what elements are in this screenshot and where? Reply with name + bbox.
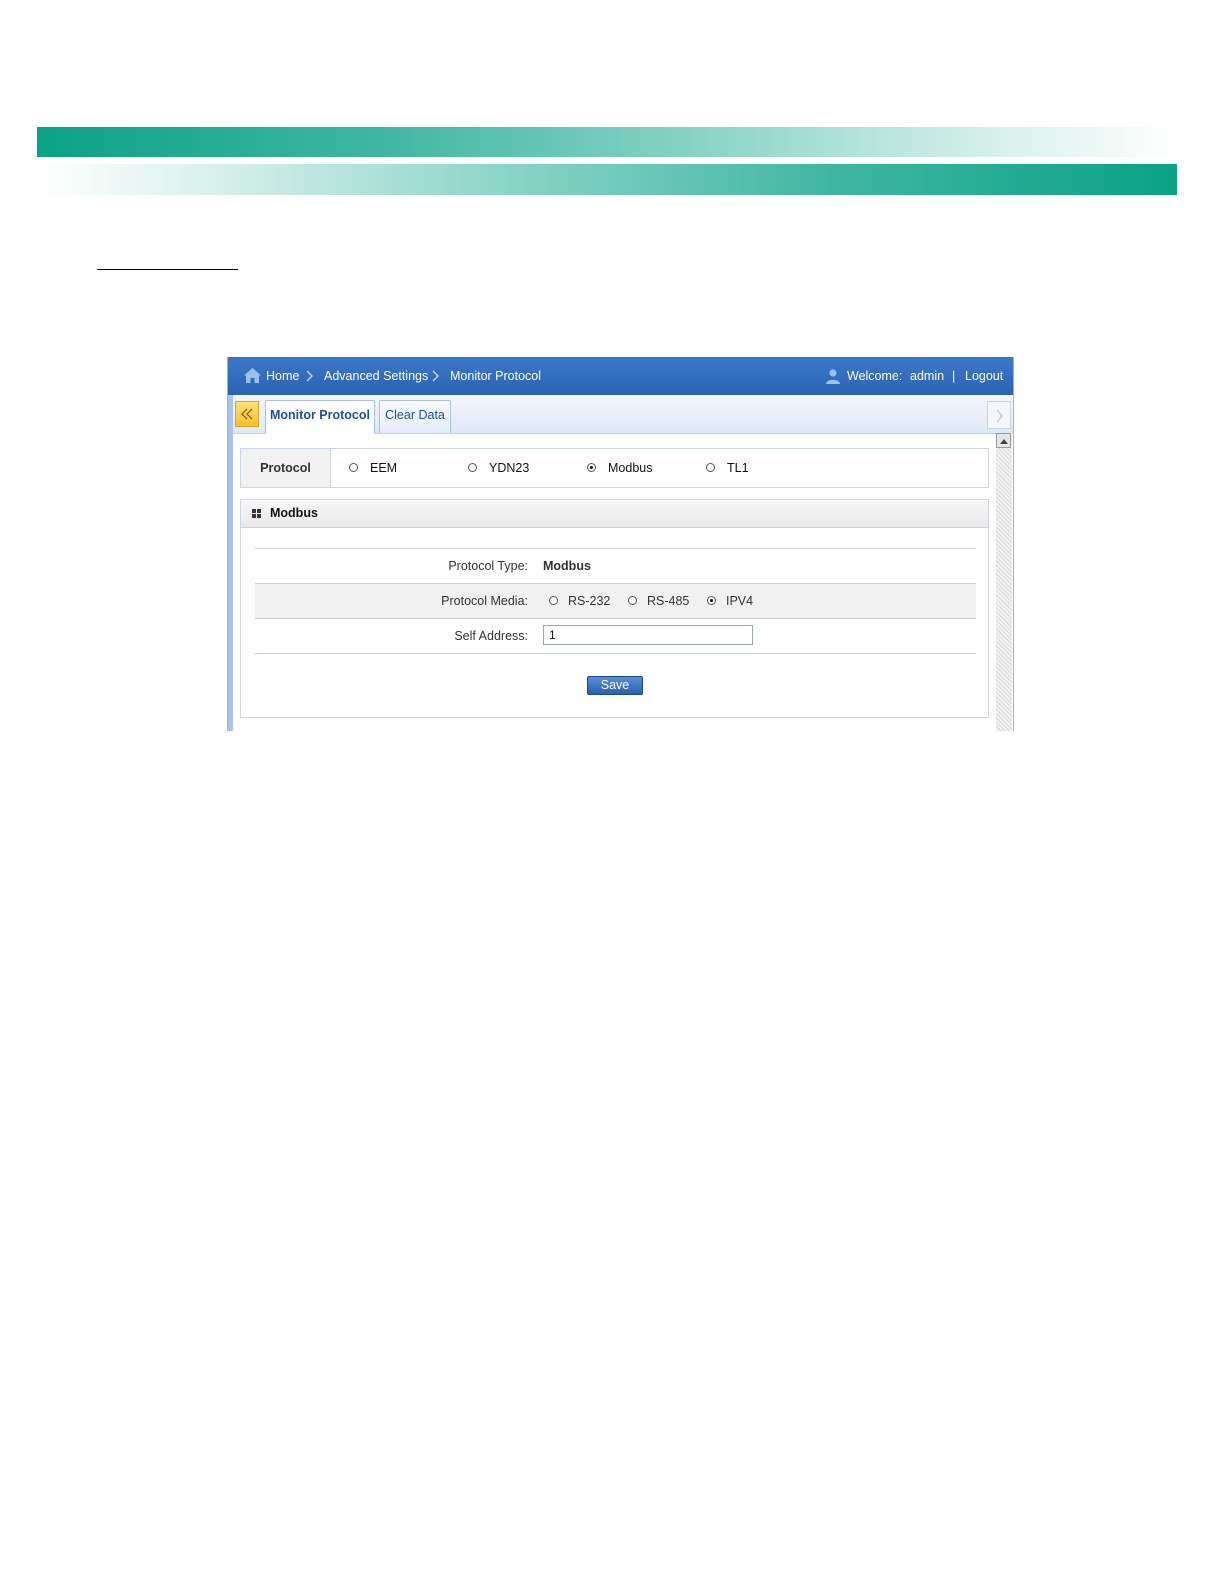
protocol-type-value: Modbus <box>543 559 591 573</box>
left-frame-strip <box>228 395 233 731</box>
self-address-input[interactable] <box>543 625 753 645</box>
username: admin <box>910 369 945 383</box>
chevron-right-icon <box>306 370 313 382</box>
row-divider <box>255 653 976 654</box>
radio-tl1[interactable] <box>706 463 715 473</box>
heading-underline <box>97 269 238 270</box>
self-address-row: Self Address: <box>255 618 976 654</box>
decorative-band-bottom <box>37 164 1177 195</box>
protocol-media-label: Protocol Media: <box>441 594 528 608</box>
breadcrumb-monitor-protocol: Monitor Protocol <box>450 369 542 383</box>
scroll-up-arrow-icon <box>1000 439 1008 444</box>
breadcrumb-home[interactable]: Home <box>266 369 299 383</box>
tab-clear-data[interactable]: Clear Data <box>379 400 451 433</box>
panel-header: Modbus <box>241 500 988 528</box>
save-button[interactable]: Save <box>587 676 643 695</box>
protocol-option-modbus[interactable]: Modbus <box>587 461 652 475</box>
radio-eem[interactable] <box>349 463 358 473</box>
panel-title: Modbus <box>270 506 318 520</box>
protocol-media-row: Protocol Media: RS-232 RS-485 IPV4 <box>255 583 976 619</box>
media-option-ipv4[interactable]: IPV4 <box>707 594 753 608</box>
double-chevron-left-icon <box>241 408 253 420</box>
home-icon[interactable] <box>243 367 262 384</box>
web-ui-screenshot: Home Advanced Settings Monitor Protocol … <box>227 357 1014 731</box>
tab-scroll-right-button[interactable] <box>987 401 1011 429</box>
scroll-up-button[interactable] <box>996 433 1011 448</box>
user-icon <box>826 369 840 384</box>
user-separator: | <box>952 369 956 383</box>
vertical-scrollbar[interactable] <box>996 433 1012 731</box>
media-option-rs485[interactable]: RS-485 <box>628 594 689 608</box>
protocol-type-label: Protocol Type: <box>448 559 528 573</box>
protocol-label: Protocol <box>241 449 331 487</box>
radio-rs232[interactable] <box>549 596 558 606</box>
protocol-selector: Protocol EEM YDN23 Modbus TL1 <box>240 448 989 488</box>
radio-modbus[interactable] <box>587 463 596 473</box>
self-address-label: Self Address: <box>454 629 528 643</box>
modbus-panel: Modbus Protocol Type: Modbus Protocol Me… <box>240 499 989 718</box>
media-option-rs232[interactable]: RS-232 <box>549 594 610 608</box>
protocol-type-row: Protocol Type: Modbus <box>255 548 976 584</box>
tab-monitor-protocol[interactable]: Monitor Protocol <box>265 400 375 434</box>
decorative-band-top <box>37 127 1177 157</box>
protocol-option-eem[interactable]: EEM <box>349 461 397 475</box>
breadcrumb-advanced-settings[interactable]: Advanced Settings <box>324 369 428 383</box>
radio-ydn23[interactable] <box>468 463 477 473</box>
collapse-sidebar-button[interactable] <box>235 401 259 427</box>
logout-link[interactable]: Logout <box>965 369 1003 383</box>
radio-ipv4[interactable] <box>707 596 716 606</box>
grid-icon <box>252 509 261 518</box>
chevron-right-icon <box>996 409 1003 423</box>
radio-rs485[interactable] <box>628 596 637 606</box>
welcome-label: Welcome: <box>847 369 903 383</box>
tab-bar: Monitor Protocol Clear Data <box>233 395 1013 434</box>
top-navigation-bar: Home Advanced Settings Monitor Protocol … <box>228 357 1013 395</box>
protocol-option-tl1[interactable]: TL1 <box>706 461 749 475</box>
chevron-right-icon <box>432 370 439 382</box>
protocol-option-ydn23[interactable]: YDN23 <box>468 461 529 475</box>
